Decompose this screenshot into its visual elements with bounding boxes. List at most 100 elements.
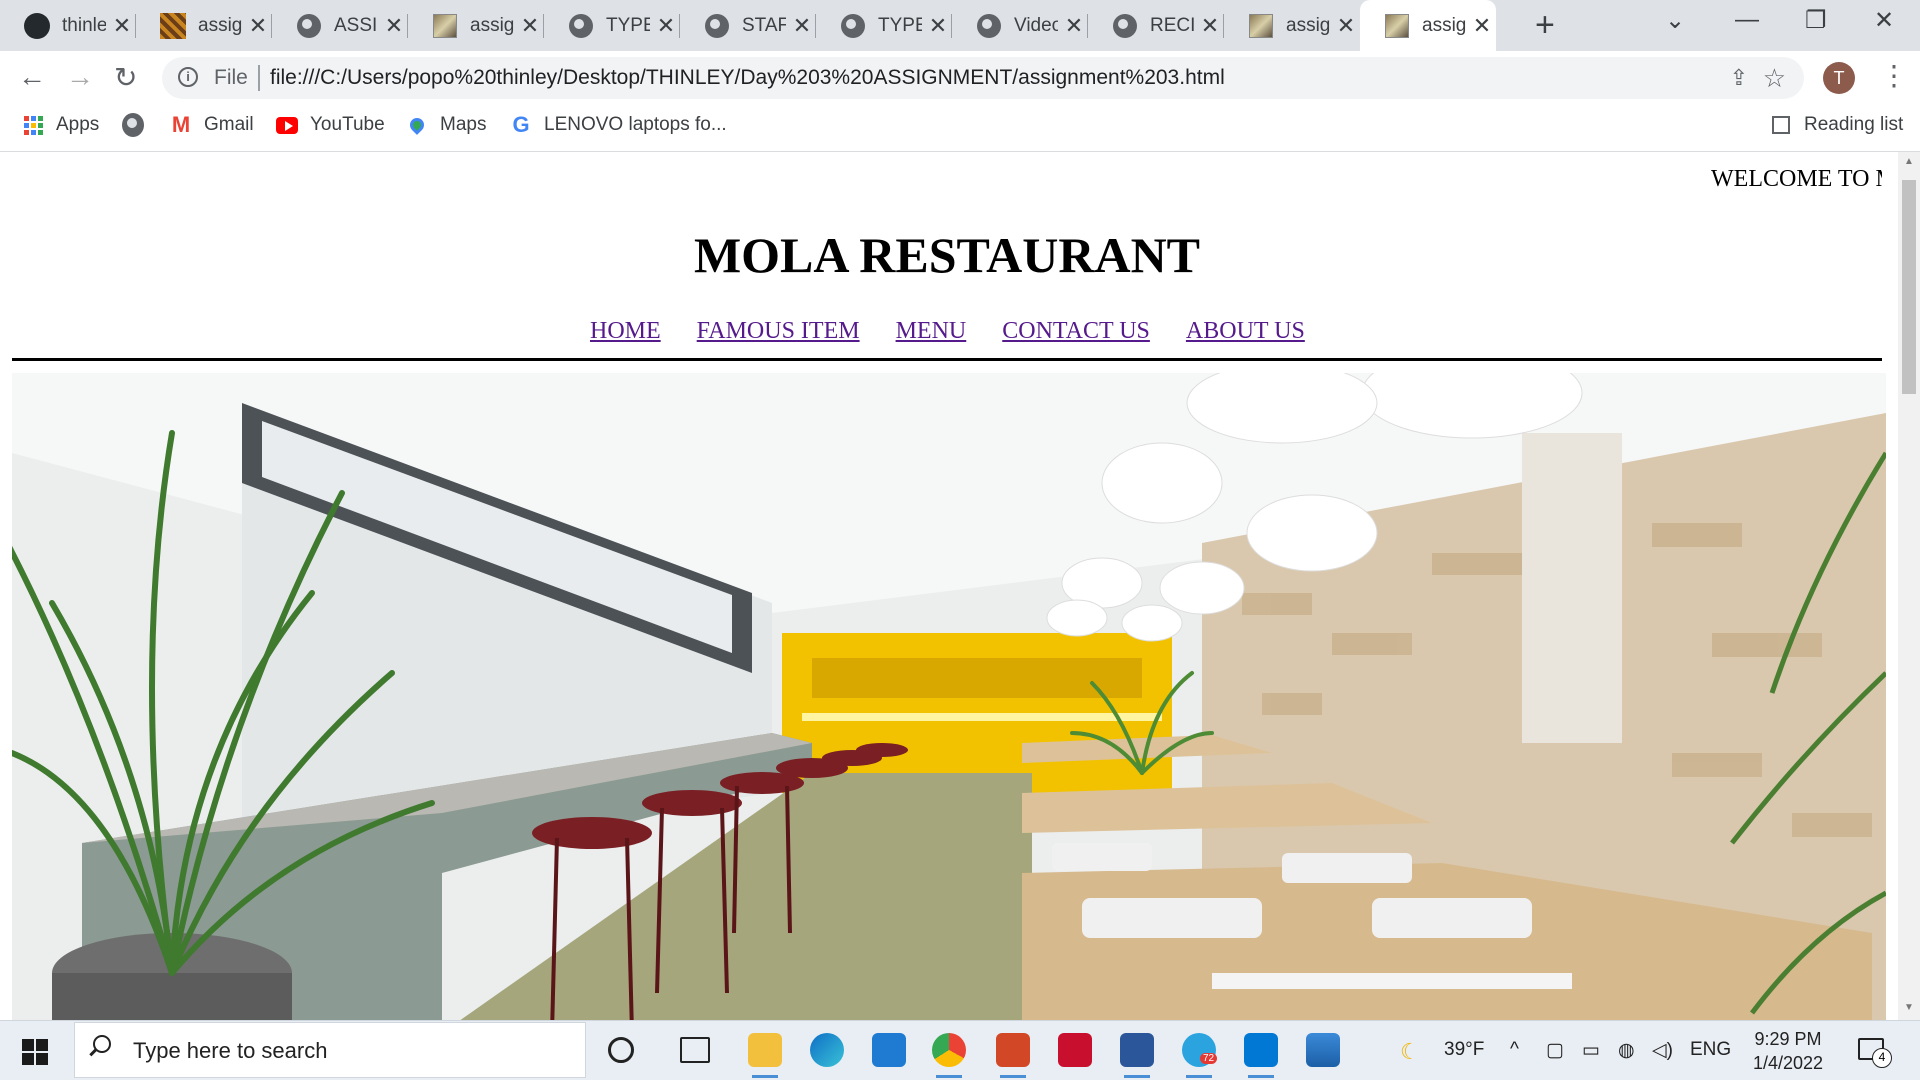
telegram-badge: 72 [1200,1053,1218,1064]
main-nav: HOME FAMOUS ITEM MENU CONTACT US ABOUT U… [590,318,1305,345]
close-icon[interactable]: ✕ [1200,13,1220,39]
mail-icon[interactable] [872,1033,906,1067]
page-viewport: WELCOME TO MOLA RESTAURANT MOLA RESTAURA… [0,152,1898,1020]
close-icon[interactable]: ✕ [792,13,812,39]
tab-title: assignment [198,14,242,36]
nav-contact-us[interactable]: CONTACT US [1002,318,1150,345]
nav-famous-item[interactable]: FAMOUS ITEM [697,318,860,345]
clock-time: 9:29 PM [1754,1029,1822,1049]
back-button[interactable]: ← [18,61,46,93]
tab-types-2[interactable]: TYPES ✕ [816,0,952,51]
bookmark-star-icon[interactable]: ☆ [1763,63,1786,94]
restaurant-hero-image [12,373,1886,1020]
forward-button[interactable]: → [66,61,94,93]
reading-list-label: Reading list [1804,114,1904,135]
vector-app-icon[interactable] [1058,1033,1092,1067]
close-icon[interactable]: ✕ [384,13,404,39]
close-icon[interactable]: ✕ [928,13,948,39]
notification-center-icon[interactable]: 4 [1858,1038,1892,1068]
tab-title: assignment [470,14,514,36]
nav-home[interactable]: HOME [590,318,661,345]
image-thumb-icon [160,12,186,39]
tab-staff[interactable]: STAFF ✕ [680,0,816,51]
weather-moon-icon[interactable]: ☾ [1400,1039,1420,1065]
task-view-icon[interactable] [680,1037,710,1063]
telegram-icon[interactable]: 72 [1182,1033,1218,1078]
tab-github[interactable]: thinley ✕ [0,0,136,51]
close-icon[interactable]: ✕ [1064,13,1084,39]
reading-list-button[interactable]: Reading list [1772,114,1903,136]
scroll-up-arrow-icon[interactable]: ▲ [1904,156,1914,167]
meet-now-icon[interactable]: ▢ [1546,1039,1564,1062]
tab-active-assignment[interactable]: assignment ✕ [1360,0,1496,51]
photos-icon[interactable] [1306,1033,1340,1067]
close-window-button[interactable]: ✕ [1874,6,1894,35]
taskbar-search[interactable]: Type here to search [74,1022,586,1078]
tab-assignment-2[interactable]: ASSIGNMENT ✕ [272,0,408,51]
github-icon [24,12,50,39]
tab-title: assignment [1422,14,1466,36]
bookmark-lenovo[interactable]: G LENOVO laptops fo... [510,112,727,137]
bookmark-label: LENOVO laptops fo... [544,114,727,135]
tab-types-1[interactable]: TYPES ✕ [544,0,680,51]
input-language[interactable]: ENG [1690,1039,1731,1061]
close-icon[interactable]: ✕ [1472,13,1492,39]
youtube-icon [276,114,298,136]
nav-about-us[interactable]: ABOUT US [1186,318,1305,345]
vscode-icon[interactable] [1244,1033,1278,1078]
scrollbar-thumb[interactable] [1902,180,1916,394]
windows-start-icon[interactable] [22,1039,48,1065]
bookmark-maps[interactable]: Maps [406,114,486,136]
reading-list-icon [1772,116,1790,134]
new-tab-button[interactable]: + [1535,6,1555,45]
file-explorer-icon[interactable] [748,1033,782,1078]
word-icon[interactable] [1120,1033,1154,1078]
close-icon[interactable]: ✕ [112,13,132,39]
image-thumb-icon [1248,13,1274,39]
tab-title: Video [1014,14,1058,36]
close-icon[interactable]: ✕ [520,13,540,39]
tab-assignment-4[interactable]: assignment ✕ [1224,0,1360,51]
google-icon: G [512,112,530,137]
address-bar[interactable]: i File file:///C:/Users/popo%20thinley/D… [162,57,1804,99]
cortana-icon[interactable] [608,1037,634,1063]
close-icon[interactable]: ✕ [656,13,676,39]
tab-recipe[interactable]: RECIPE ✕ [1088,0,1224,51]
menu-kebab-icon[interactable]: ⋮ [1880,59,1908,92]
bookmark-gmail[interactable]: M Gmail [170,112,254,137]
gmail-icon: M [171,112,191,137]
tab-search-chevron-icon[interactable]: ⌄ [1665,6,1685,35]
tab-assignment-1[interactable]: assignment ✕ [136,0,272,51]
minimize-button[interactable]: — [1735,6,1759,34]
close-icon[interactable]: ✕ [248,13,268,39]
profile-avatar[interactable]: T [1823,62,1855,94]
scroll-down-arrow-icon[interactable]: ▼ [1904,1002,1914,1013]
show-hidden-icons-chevron-icon[interactable]: ^ [1510,1039,1519,1061]
share-icon[interactable]: ⇪ [1730,65,1748,91]
chrome-icon[interactable] [932,1033,966,1078]
url-text[interactable]: file:///C:/Users/popo%20thinley/Desktop/… [270,66,1225,90]
volume-icon[interactable]: ◁) [1652,1039,1673,1062]
image-thumb-icon [1384,13,1410,39]
tab-assignment-3[interactable]: assignment ✕ [408,0,544,51]
system-clock[interactable]: 9:29 PM 1/4/2022 [1738,1027,1838,1075]
nav-menu[interactable]: MENU [896,318,967,345]
network-globe-icon[interactable]: ◍ [1618,1039,1635,1062]
edge-icon[interactable] [810,1033,844,1067]
tab-title: assignment [1286,14,1330,36]
site-info-icon[interactable]: i [178,67,198,87]
reload-button[interactable]: ↻ [114,61,137,94]
weather-temp[interactable]: 39°F [1444,1039,1484,1061]
bookmark-youtube[interactable]: YouTube [276,114,385,136]
page-scrollbar[interactable]: ▲ ▼ [1898,152,1920,1020]
globe-icon [976,13,1002,39]
battery-icon[interactable]: ▭ [1582,1039,1600,1062]
bookmark-apps[interactable]: Apps [22,114,99,136]
tab-video[interactable]: Video ✕ [952,0,1088,51]
powerpoint-icon[interactable] [996,1033,1030,1078]
search-placeholder: Type here to search [133,1038,328,1063]
image-thumb-icon [432,13,458,39]
bookmark-globe[interactable] [122,113,156,137]
restore-button[interactable]: ❐ [1805,6,1827,35]
close-icon[interactable]: ✕ [1336,13,1356,39]
